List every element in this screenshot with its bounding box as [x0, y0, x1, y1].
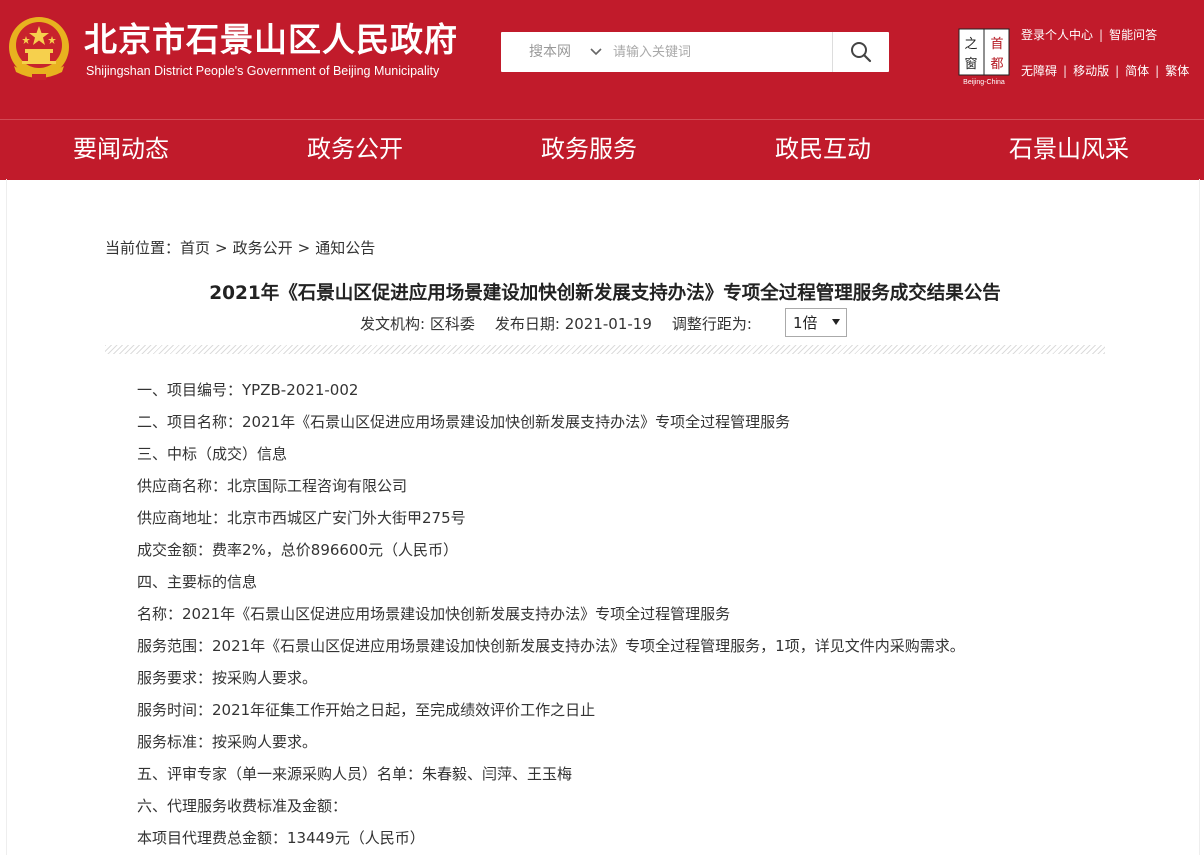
- search-input[interactable]: [613, 40, 813, 64]
- article-paragraph: 服务要求：按采购人要求。: [137, 669, 318, 687]
- article-paragraph: 成交金额：费率2%，总价896600元（人民币）: [137, 541, 459, 559]
- top-links-row2: 无障碍 | 移动版 | 简体 | 繁体: [1021, 63, 1189, 80]
- link-separator: |: [1099, 28, 1104, 42]
- nav-item-government-affairs[interactable]: 政务公开: [307, 120, 403, 180]
- article-paragraph: 一、项目编号：YPZB-2021-002: [137, 381, 359, 399]
- site-subtitle: Shijingshan District People's Government…: [86, 64, 440, 78]
- svg-text:Beijing-China: Beijing-China: [963, 79, 1005, 86]
- line-spacing-value: 1倍: [793, 314, 818, 332]
- breadcrumb-home[interactable]: 首页: [180, 239, 210, 257]
- svg-text:之: 之: [964, 37, 977, 52]
- article-paragraph: 服务范围：2021年《石景山区促进应用场景建设加快创新发展支持办法》专项全过程管…: [137, 637, 965, 655]
- link-separator: |: [1063, 64, 1068, 78]
- article-paragraph: 供应商名称：北京国际工程咨询有限公司: [137, 477, 408, 495]
- article-paragraph: 本项目代理费总金额：13449元（人民币）: [137, 829, 425, 847]
- article-title: 2021年《石景山区促进应用场景建设加快创新发展支持办法》专项全过程管理服务成交…: [209, 283, 1001, 304]
- nav-item-services[interactable]: 政务服务: [541, 120, 637, 180]
- link-separator: |: [1155, 64, 1160, 78]
- nav-item-district-scenery[interactable]: 石景山风采: [1009, 120, 1129, 180]
- search-button[interactable]: [833, 32, 889, 72]
- capital-window-logo-icon[interactable]: 之 窗 首 都 Beijing-China: [958, 28, 1010, 86]
- issuer-value: 区科委: [429, 315, 475, 333]
- article-paragraph: 四、主要标的信息: [137, 573, 258, 591]
- issuer-label: 发文机构:: [360, 315, 426, 333]
- breadcrumb-separator: >: [215, 239, 228, 257]
- mobile-version-link[interactable]: 移动版: [1073, 64, 1109, 78]
- dropdown-arrow-icon: [832, 319, 840, 325]
- article-paragraph: 服务标准：按采购人要求。: [137, 733, 318, 751]
- breadcrumb-separator: >: [297, 239, 311, 257]
- search-scope-select[interactable]: 搜本网: [529, 32, 571, 72]
- svg-text:首: 首: [990, 37, 1003, 52]
- line-spacing-label: 调整行距为:: [671, 315, 752, 333]
- line-spacing-select[interactable]: 1倍: [785, 308, 847, 337]
- smart-qa-link[interactable]: 智能问答: [1109, 28, 1157, 42]
- article-paragraph: 名称：2021年《石景山区促进应用场景建设加快创新发展支持办法》专项全过程管理服…: [137, 605, 731, 623]
- article-paragraph: 三、中标（成交）信息: [137, 445, 288, 463]
- national-emblem-icon: [9, 17, 69, 80]
- site-title[interactable]: 北京市石景山区人民政府: [84, 20, 458, 60]
- site-header: 北京市石景山区人民政府 Shijingshan District People'…: [0, 0, 1204, 119]
- article-paragraph: 二、项目名称：2021年《石景山区促进应用场景建设加快创新发展支持办法》专项全过…: [137, 413, 791, 431]
- nav-item-news[interactable]: 要闻动态: [73, 120, 169, 180]
- traditional-chinese-link[interactable]: 繁体: [1165, 64, 1189, 78]
- breadcrumb-prefix: 当前位置：: [105, 239, 181, 257]
- login-link[interactable]: 登录个人中心: [1021, 28, 1093, 42]
- article-paragraph: 五、评审专家（单一来源采购人员）名单：朱春毅、闫萍、王玉梅: [137, 765, 573, 783]
- article-paragraph: 六、代理服务收费标准及金额：: [137, 797, 348, 815]
- article-body: 一、项目编号：YPZB-2021-002 二、项目名称：2021年《石景山区促进…: [137, 377, 1097, 857]
- article-paragraph: 供应商地址：北京市西城区广安门外大街甲275号: [137, 509, 466, 527]
- accessibility-link[interactable]: 无障碍: [1021, 64, 1057, 78]
- link-separator: |: [1115, 64, 1120, 78]
- article-paragraph: 服务时间：2021年征集工作开始之日起，至完成绩效评价工作之日止: [137, 701, 596, 719]
- search-box: 搜本网: [501, 32, 889, 72]
- nav-item-interaction[interactable]: 政民互动: [775, 120, 871, 180]
- breadcrumb: 当前位置：首页 > 政务公开 > 通知公告: [105, 238, 375, 258]
- date-value: 2021-01-19: [564, 315, 652, 333]
- svg-text:都: 都: [990, 57, 1003, 72]
- chevron-down-icon[interactable]: [589, 45, 603, 59]
- title-divider: [105, 345, 1105, 354]
- date-label: 发布日期:: [494, 315, 560, 333]
- search-icon: [851, 42, 872, 63]
- simplified-chinese-link[interactable]: 简体: [1125, 64, 1149, 78]
- main-nav: 要闻动态 政务公开 政务服务 政民互动 石景山风采: [0, 119, 1204, 180]
- breadcrumb-notices[interactable]: 通知公告: [315, 239, 375, 257]
- article-meta: 发文机构: 区科委 发布日期: 2021-01-19 调整行距为:: [360, 311, 752, 337]
- top-links-row1: 登录个人中心 | 智能问答: [1021, 27, 1157, 44]
- svg-text:窗: 窗: [964, 56, 977, 72]
- breadcrumb-government-affairs[interactable]: 政务公开: [233, 239, 293, 257]
